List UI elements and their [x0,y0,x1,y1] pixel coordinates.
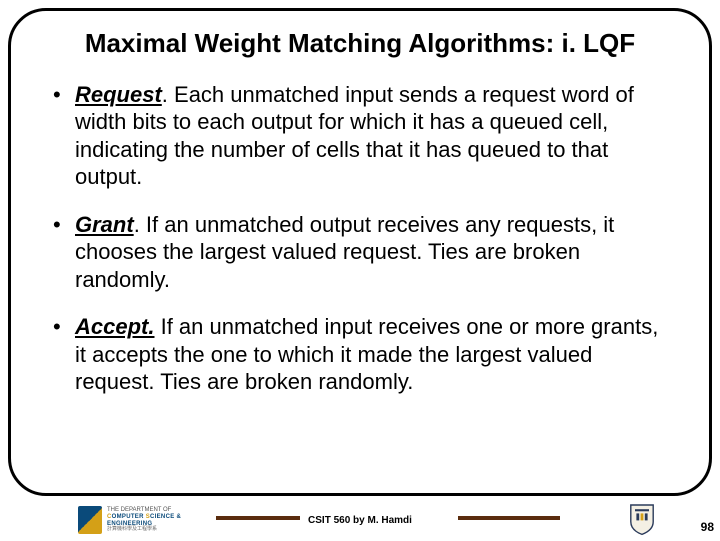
bullet-text: . If an unmatched output receives any re… [75,212,614,292]
bullet-list: Request. Each unmatched input sends a re… [47,81,673,396]
dept-line4: 計算機科學及工程學系 [107,527,181,533]
divider-bar-right [458,516,560,520]
bullet-item: Grant. If an unmatched output receives a… [47,211,673,294]
credit-text: CSIT 560 by M. Hamdi [0,515,720,526]
page-number: 98 [701,520,714,534]
slide-frame: Maximal Weight Matching Algorithms: i. L… [8,8,712,496]
slide-footer: THE DEPARTMENT OF COMPUTER SCIENCE & ENG… [0,496,720,540]
bullet-item: Request. Each unmatched input sends a re… [47,81,673,191]
dept-line1: THE DEPARTMENT OF [107,507,181,514]
university-shield-icon [628,502,656,536]
slide-title: Maximal Weight Matching Algorithms: i. L… [47,29,673,59]
bullet-term: Grant [75,212,134,237]
bullet-text: If an unmatched input receives one or mo… [75,314,658,394]
bullet-term: Request [75,82,162,107]
bullet-item: Accept. If an unmatched input receives o… [47,313,673,396]
bullet-term: Accept. [75,314,154,339]
